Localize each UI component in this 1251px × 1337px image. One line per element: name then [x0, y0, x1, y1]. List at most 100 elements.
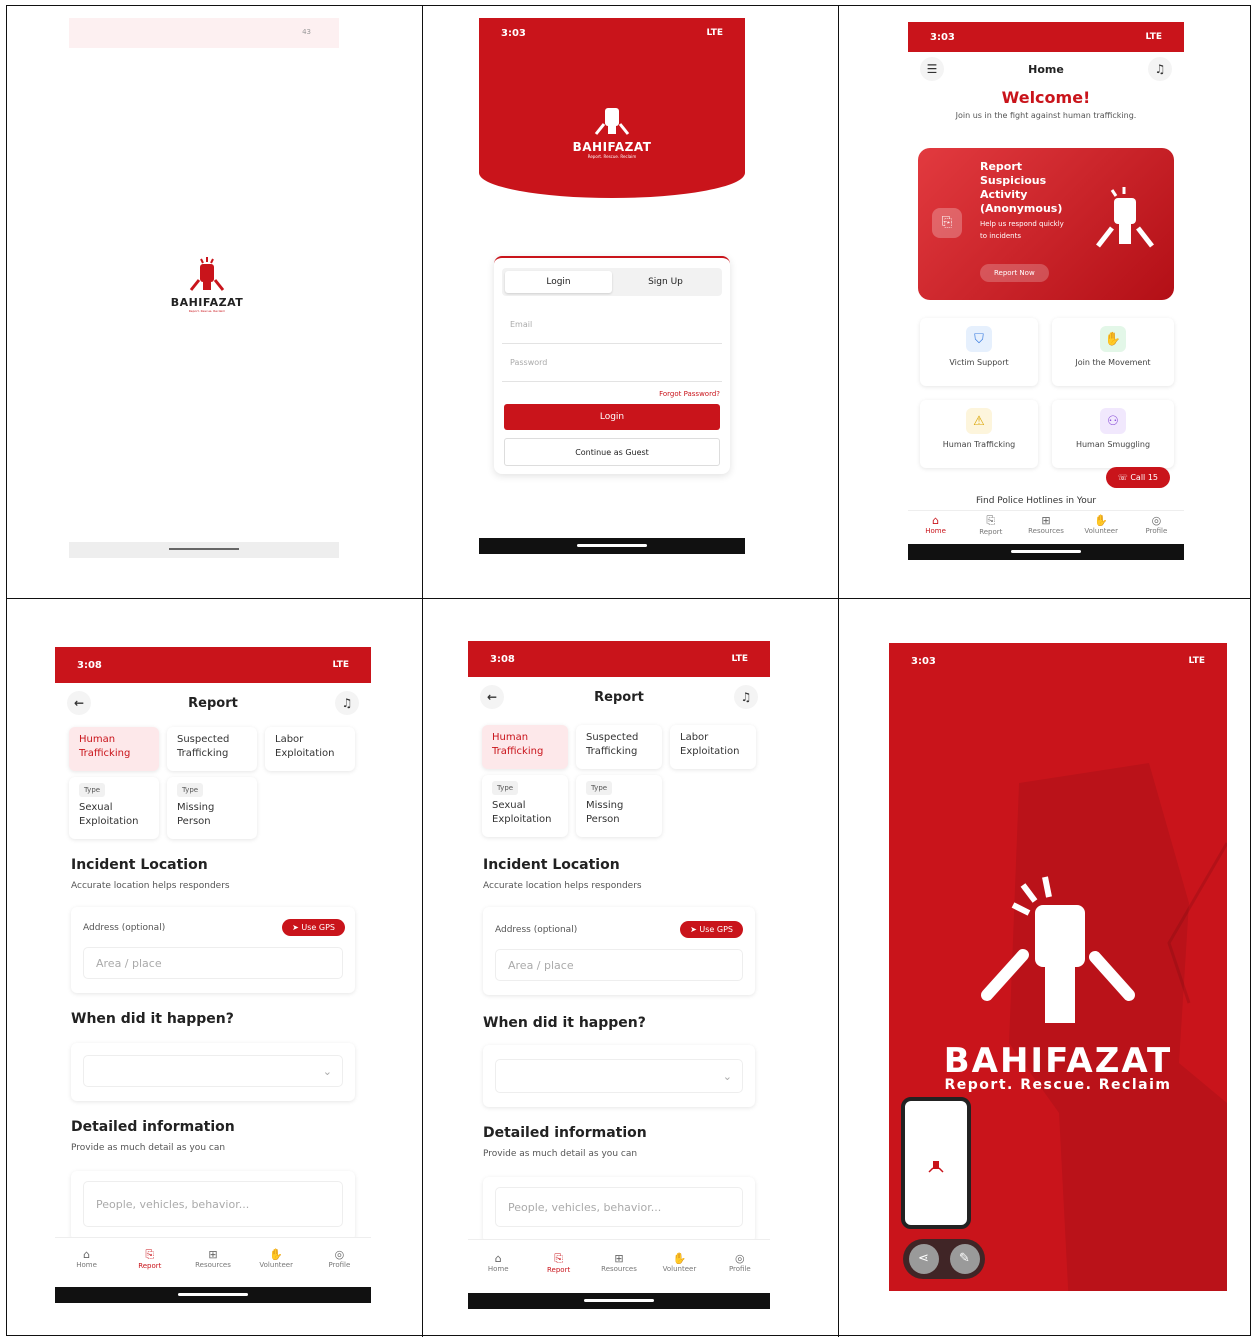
nav-report[interactable]: ⎘ Report: [528, 1252, 588, 1293]
hand-icon: ✋: [269, 1248, 284, 1261]
tile-join-movement[interactable]: ✋ Join the Movement: [1052, 318, 1174, 386]
tab-login[interactable]: Login: [505, 271, 612, 293]
detail-textarea[interactable]: People, vehicles, behavior...: [83, 1181, 343, 1227]
guest-button[interactable]: Continue as Guest: [504, 438, 720, 466]
tile-victim-support[interactable]: ⛉ Victim Support: [920, 318, 1038, 386]
status-bar-faded: 43: [69, 18, 339, 48]
app-thumbnail-preview[interactable]: [901, 1097, 971, 1229]
system-nav-bar: [468, 1293, 770, 1309]
tile-label: Human Trafficking: [942, 440, 1016, 449]
nav-home[interactable]: ⌂ Home: [908, 514, 963, 544]
edit-pencil-icon[interactable]: ✎: [949, 1244, 980, 1274]
category-suspected-trafficking[interactable]: Suspected Trafficking: [576, 725, 662, 769]
category-label: Sexual Exploitation: [492, 800, 552, 825]
area-input[interactable]: Area / place: [83, 947, 343, 979]
status-time: 3:03: [930, 31, 955, 43]
welcome-subtitle: Join us in the fight against human traff…: [955, 111, 1137, 120]
type-badge: Type: [586, 781, 613, 795]
nav-home[interactable]: ⌂ Home: [55, 1248, 118, 1287]
bell-icon[interactable]: ♫: [334, 691, 359, 715]
gps-label: Use GPS: [301, 923, 335, 932]
category-missing-person[interactable]: Type Missing Person: [576, 775, 662, 837]
back-arrow-icon[interactable]: ←: [480, 685, 504, 709]
location-title: Incident Location: [71, 857, 208, 873]
detail-subtitle: Provide as much detail as you can: [71, 1143, 226, 1153]
system-nav-bar: [55, 1287, 371, 1303]
status-text: 43: [302, 28, 311, 36]
nav-label: Resources: [601, 1265, 637, 1273]
category-label: Missing Person: [586, 800, 624, 825]
brand-tagline: Report. Rescue. Reclaim: [587, 154, 637, 159]
login-phone: 3:03 LTE BAHIFAZAT Report. Rescue. Recla…: [479, 18, 745, 554]
address-label: Address (optional): [495, 925, 578, 935]
email-field[interactable]: Email: [502, 306, 722, 344]
tile-human-trafficking[interactable]: ⚠ Human Trafficking: [920, 400, 1038, 468]
category-suspected-trafficking[interactable]: Suspected Trafficking: [167, 727, 257, 771]
screenshot-grid: 43 BAHIFAZAT Report. Rescue. Reclaim 3:0…: [6, 5, 1251, 1337]
forgot-password-link[interactable]: Forgot Password?: [504, 390, 720, 398]
password-field[interactable]: Password: [502, 344, 722, 382]
status-signal: LTE: [332, 660, 349, 670]
nav-report[interactable]: ⎘ Report: [963, 514, 1018, 544]
nav-label: Home: [925, 527, 946, 535]
nav-profile[interactable]: ◎ Profile: [1129, 514, 1184, 544]
nav-label: Volunteer: [662, 1265, 697, 1273]
category-human-trafficking[interactable]: Human Trafficking: [482, 725, 568, 769]
type-badge: Type: [177, 783, 204, 797]
area-input[interactable]: Area / place: [495, 949, 743, 981]
nav-home[interactable]: ⌂ Home: [468, 1252, 528, 1293]
category-sexual-exploitation[interactable]: Type Sexual Exploitation: [482, 775, 568, 837]
use-gps-button[interactable]: ➤ Use GPS: [282, 919, 345, 936]
fist-chain-icon: [1096, 187, 1154, 248]
report-banner[interactable]: ⎘ Report Suspicious Activity (Anonymous)…: [918, 148, 1174, 300]
category-human-trafficking[interactable]: Human Trafficking: [69, 727, 159, 771]
detail-textarea[interactable]: People, vehicles, behavior...: [495, 1187, 743, 1227]
nav-resources[interactable]: ⊞ Resources: [1018, 514, 1073, 544]
when-select[interactable]: ⌄: [83, 1055, 343, 1087]
report-icon: ⎘: [554, 1252, 564, 1265]
category-labor-exploitation[interactable]: Labor Exploitation: [265, 727, 355, 771]
detail-subtitle: Provide as much detail as you can: [483, 1149, 638, 1159]
nav-label: Report: [138, 1262, 162, 1270]
call-15-button[interactable]: ☏ Call 15: [1105, 467, 1170, 488]
nav-volunteer[interactable]: ✋ Volunteer: [245, 1248, 308, 1287]
tile-label: Human Smuggling: [1075, 440, 1151, 449]
gps-label: Use GPS: [699, 925, 733, 934]
page-title: Home: [1028, 62, 1064, 76]
home-icon: ⌂: [83, 1248, 91, 1261]
use-gps-button[interactable]: ➤ Use GPS: [680, 921, 743, 938]
nav-profile[interactable]: ◎ Profile: [308, 1248, 371, 1287]
report-now-button[interactable]: Report Now: [980, 264, 1049, 282]
tab-signup[interactable]: Sign Up: [612, 271, 719, 293]
detail-card: People, vehicles, behavior...: [71, 1171, 355, 1241]
nav-profile[interactable]: ◎ Profile: [710, 1252, 770, 1293]
login-button[interactable]: Login: [504, 404, 720, 430]
home-icon: ⌂: [932, 514, 940, 527]
location-card: Address (optional) ➤ Use GPS Area / plac…: [71, 907, 355, 993]
nav-label: Resources: [195, 1261, 231, 1269]
bell-icon[interactable]: ♫: [733, 685, 758, 709]
tile-human-smuggling[interactable]: ⚇ Human Smuggling: [1052, 400, 1174, 468]
nav-resources[interactable]: ⊞ Resources: [181, 1248, 244, 1287]
nav-label: Report: [979, 528, 1003, 536]
category-labor-exploitation[interactable]: Labor Exploitation: [670, 725, 756, 769]
app-header: ← Report ♫: [468, 677, 770, 717]
bell-icon[interactable]: ♫: [1148, 57, 1172, 81]
hand-icon: ✋: [1100, 326, 1126, 352]
back-arrow-icon[interactable]: ←: [67, 691, 91, 715]
login-header: 3:03 LTE BAHIFAZAT Report. Rescue. Recla…: [479, 18, 745, 198]
status-signal: LTE: [731, 654, 748, 664]
share-icon[interactable]: ⋖: [908, 1244, 939, 1274]
nav-volunteer[interactable]: ✋ Volunteer: [1074, 514, 1129, 544]
category-sexual-exploitation[interactable]: Type Sexual Exploitation: [69, 777, 159, 839]
chevron-down-icon: ⌄: [322, 1064, 332, 1078]
nav-label: Home: [487, 1265, 509, 1273]
nav-resources[interactable]: ⊞ Resources: [589, 1252, 649, 1293]
book-icon: ⊞: [208, 1248, 218, 1261]
category-missing-person[interactable]: Type Missing Person: [167, 777, 257, 839]
nav-report[interactable]: ⎘ Report: [118, 1248, 181, 1287]
when-select[interactable]: ⌄: [495, 1059, 743, 1093]
menu-icon[interactable]: ☰: [920, 57, 944, 81]
brand-name: BAHIFAZAT: [572, 140, 652, 154]
nav-volunteer[interactable]: ✋ Volunteer: [649, 1252, 709, 1293]
